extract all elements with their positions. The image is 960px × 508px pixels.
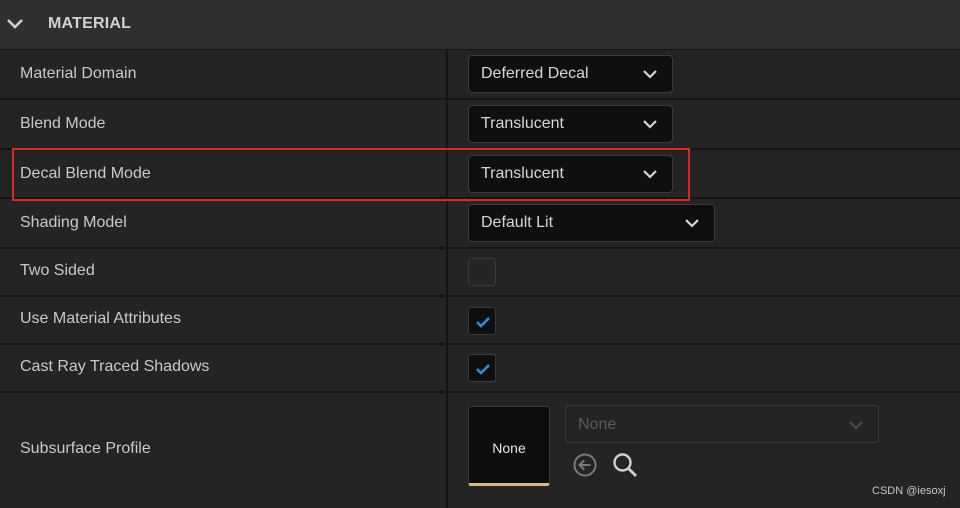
chevron-down-icon (849, 421, 863, 430)
search-icon[interactable] (611, 451, 639, 479)
chevron-down-icon (685, 219, 699, 228)
blend-mode-value: Translucent (481, 115, 564, 132)
column-divider[interactable] (446, 393, 448, 508)
row-material-domain: Material Domain Deferred Decal (0, 50, 960, 100)
watermark: CSDN @iesoxj (872, 485, 946, 497)
thumbnail-label: None (492, 440, 526, 456)
column-divider[interactable] (446, 150, 448, 197)
shading-model-value: Default Lit (481, 214, 554, 231)
row-blend-mode: Blend Mode Translucent (0, 100, 960, 150)
subsurface-profile-thumbnail[interactable]: None (468, 406, 550, 486)
chevron-down-icon (643, 170, 657, 179)
row-decal-blend-mode: Decal Blend Mode Translucent (0, 150, 960, 199)
column-divider[interactable] (446, 249, 448, 295)
blend-mode-dropdown[interactable]: Translucent (468, 105, 673, 143)
decal-blend-mode-dropdown[interactable]: Translucent (468, 155, 673, 193)
row-shading-model: Shading Model Default Lit (0, 199, 960, 249)
two-sided-checkbox[interactable] (468, 258, 496, 286)
use-material-attributes-label: Use Material Attributes (20, 310, 181, 327)
row-two-sided: Two Sided (0, 249, 960, 297)
two-sided-label: Two Sided (20, 262, 95, 279)
check-icon (476, 364, 490, 375)
collapse-chevron-icon[interactable] (6, 17, 24, 31)
chevron-down-icon (643, 70, 657, 79)
decal-blend-mode-value: Translucent (481, 165, 564, 182)
check-icon (476, 317, 490, 328)
details-panel: MATERIAL Material Domain Deferred Decal … (0, 0, 960, 508)
section-title: MATERIAL (48, 15, 132, 32)
material-domain-value: Deferred Decal (481, 65, 589, 82)
row-cast-ray-traced-shadows: Cast Ray Traced Shadows (0, 345, 960, 393)
decal-blend-mode-label: Decal Blend Mode (20, 165, 151, 182)
chevron-down-icon (643, 120, 657, 129)
column-divider[interactable] (446, 199, 448, 247)
shading-model-label: Shading Model (20, 214, 127, 231)
asset-picker-value: None (578, 416, 617, 433)
column-divider[interactable] (446, 100, 448, 148)
shading-model-dropdown[interactable]: Default Lit (468, 204, 715, 242)
column-divider[interactable] (446, 50, 448, 98)
blend-mode-label: Blend Mode (20, 115, 106, 132)
row-use-material-attributes: Use Material Attributes (0, 297, 960, 345)
cast-ray-traced-shadows-checkbox[interactable] (468, 354, 496, 382)
column-divider[interactable] (446, 297, 448, 343)
material-domain-label: Material Domain (20, 65, 137, 82)
cast-ray-traced-shadows-label: Cast Ray Traced Shadows (20, 358, 210, 375)
use-material-attributes-checkbox[interactable] (468, 307, 496, 335)
material-domain-dropdown[interactable]: Deferred Decal (468, 55, 673, 93)
section-header-material[interactable]: MATERIAL (0, 0, 960, 50)
subsurface-profile-label: Subsurface Profile (20, 440, 151, 457)
subsurface-profile-asset-picker[interactable]: None (565, 405, 879, 443)
column-divider[interactable] (446, 345, 448, 391)
use-selected-asset-icon[interactable] (572, 452, 598, 478)
